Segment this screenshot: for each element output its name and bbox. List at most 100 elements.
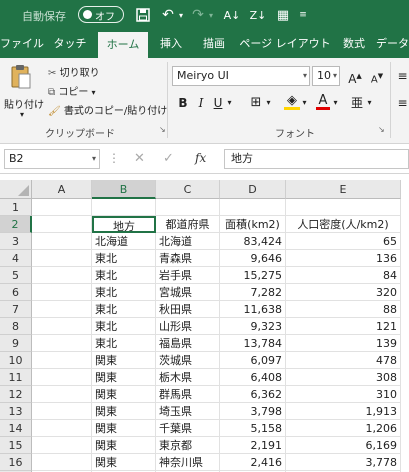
font-size-combo[interactable]: 10 ▾ xyxy=(312,66,340,86)
cell-a16[interactable] xyxy=(32,454,92,471)
tab-touch[interactable]: タッチ xyxy=(50,30,90,58)
cell-a6[interactable] xyxy=(32,284,92,301)
cell-d11[interactable]: 6,408 xyxy=(220,369,286,386)
fill-color-dropdown-icon[interactable]: ▾ xyxy=(300,94,309,112)
row-header-5[interactable]: 5 xyxy=(0,267,32,284)
cell-c4[interactable]: 青森県 xyxy=(156,250,220,267)
formula-input[interactable]: 地方 xyxy=(224,149,409,169)
cell-c11[interactable]: 栃木県 xyxy=(156,369,220,386)
cell-e9[interactable]: 139 xyxy=(286,335,401,352)
cell-b12[interactable]: 関東 xyxy=(92,386,156,403)
cell-b9[interactable]: 東北 xyxy=(92,335,156,352)
cell-d7[interactable]: 11,638 xyxy=(220,301,286,318)
resize-dots-icon[interactable]: ⋮ xyxy=(108,151,120,165)
cell-b4[interactable]: 東北 xyxy=(92,250,156,267)
tab-formulas[interactable]: 数式 xyxy=(337,30,371,58)
cell-b6[interactable]: 東北 xyxy=(92,284,156,301)
underline-dropdown-icon[interactable]: ▾ xyxy=(225,94,234,112)
bold-icon[interactable]: B xyxy=(176,94,190,112)
column-header-a[interactable]: A xyxy=(32,180,92,199)
cell-d2[interactable]: 面積(km2) xyxy=(220,216,286,233)
cell-e8[interactable]: 121 xyxy=(286,318,401,335)
cell-c9[interactable]: 福島県 xyxy=(156,335,220,352)
decrease-font-size-icon[interactable]: A▼ xyxy=(368,67,386,85)
row-header-15[interactable]: 15 xyxy=(0,437,32,454)
tab-page-layout[interactable]: ページ レイアウト xyxy=(238,30,332,58)
cell-b5[interactable]: 東北 xyxy=(92,267,156,284)
cell-d14[interactable]: 5,158 xyxy=(220,420,286,437)
cell-d6[interactable]: 7,282 xyxy=(220,284,286,301)
row-header-10[interactable]: 10 xyxy=(0,352,32,369)
cell-b7[interactable]: 東北 xyxy=(92,301,156,318)
cell-e10[interactable]: 478 xyxy=(286,352,401,369)
borders-dropdown-icon[interactable]: ▾ xyxy=(264,94,273,112)
cell-d16[interactable]: 2,416 xyxy=(220,454,286,471)
cell-d12[interactable]: 6,362 xyxy=(220,386,286,403)
cell-c5[interactable]: 岩手県 xyxy=(156,267,220,284)
save-icon[interactable] xyxy=(133,5,153,25)
row-header-9[interactable]: 9 xyxy=(0,335,32,352)
row-header-11[interactable]: 11 xyxy=(0,369,32,386)
cell-a15[interactable] xyxy=(32,437,92,454)
cell-a1[interactable] xyxy=(32,199,92,216)
cell-e4[interactable]: 136 xyxy=(286,250,401,267)
cell-a8[interactable] xyxy=(32,318,92,335)
cell-a9[interactable] xyxy=(32,335,92,352)
tab-insert[interactable]: 挿入 xyxy=(153,30,189,58)
cell-e7[interactable]: 88 xyxy=(286,301,401,318)
cell-a10[interactable] xyxy=(32,352,92,369)
autosave-toggle[interactable]: オフ xyxy=(78,6,124,23)
undo-icon[interactable]: ↶ xyxy=(158,5,178,25)
tab-data[interactable]: データ xyxy=(376,30,409,58)
cell-e11[interactable]: 308 xyxy=(286,369,401,386)
tab-file[interactable]: ファイル xyxy=(0,30,44,58)
cell-c8[interactable]: 山形県 xyxy=(156,318,220,335)
cell-c7[interactable]: 秋田県 xyxy=(156,301,220,318)
format-painter-button[interactable]: 🖌 書式のコピー/貼り付け xyxy=(48,102,167,117)
cell-b15[interactable]: 関東 xyxy=(92,437,156,454)
cell-e6[interactable]: 320 xyxy=(286,284,401,301)
italic-icon[interactable]: I xyxy=(194,94,208,112)
row-header-6[interactable]: 6 xyxy=(0,284,32,301)
cell-c2[interactable]: 都道府県 xyxy=(156,216,220,233)
name-box[interactable]: B2 ▾ xyxy=(4,149,100,169)
copy-button[interactable]: ⧉ コピー ▾ xyxy=(48,83,96,98)
cell-d1[interactable] xyxy=(220,199,286,216)
cell-b10[interactable]: 関東 xyxy=(92,352,156,369)
row-header-14[interactable]: 14 xyxy=(0,420,32,437)
cell-a7[interactable] xyxy=(32,301,92,318)
cell-d9[interactable]: 13,784 xyxy=(220,335,286,352)
row-header-3[interactable]: 3 xyxy=(0,233,32,250)
cell-c10[interactable]: 茨城県 xyxy=(156,352,220,369)
cell-a4[interactable] xyxy=(32,250,92,267)
cell-d3[interactable]: 83,424 xyxy=(220,233,286,250)
column-header-c[interactable]: C xyxy=(156,180,220,199)
font-launcher-icon[interactable]: ↘ xyxy=(378,125,385,134)
cell-b13[interactable]: 関東 xyxy=(92,403,156,420)
row-header-13[interactable]: 13 xyxy=(0,403,32,420)
cell-a3[interactable] xyxy=(32,233,92,250)
row-header-16[interactable]: 16 xyxy=(0,454,32,471)
cell-a13[interactable] xyxy=(32,403,92,420)
column-header-b[interactable]: B xyxy=(92,180,156,199)
cell-c16[interactable]: 神奈川県 xyxy=(156,454,220,471)
cell-e15[interactable]: 6,169 xyxy=(286,437,401,454)
cell-c13[interactable]: 埼玉県 xyxy=(156,403,220,420)
row-header-8[interactable]: 8 xyxy=(0,318,32,335)
cell-e3[interactable]: 65 xyxy=(286,233,401,250)
cell-c15[interactable]: 東京都 xyxy=(156,437,220,454)
cell-b8[interactable]: 東北 xyxy=(92,318,156,335)
table-format-icon[interactable]: ▦ xyxy=(273,5,293,25)
cell-e2[interactable]: 人口密度(人/km2) xyxy=(286,216,401,233)
phonetic-dropdown-icon[interactable]: ▾ xyxy=(365,94,374,112)
cell-a11[interactable] xyxy=(32,369,92,386)
cell-e1[interactable] xyxy=(286,199,401,216)
tab-draw[interactable]: 描画 xyxy=(196,30,232,58)
cell-d15[interactable]: 2,191 xyxy=(220,437,286,454)
cell-b14[interactable]: 関東 xyxy=(92,420,156,437)
underline-icon[interactable]: U xyxy=(211,94,225,112)
font-name-combo[interactable]: Meiryo UI ▾ xyxy=(172,66,310,86)
cell-b3[interactable]: 北海道 xyxy=(92,233,156,250)
cell-d8[interactable]: 9,323 xyxy=(220,318,286,335)
cell-a5[interactable] xyxy=(32,267,92,284)
